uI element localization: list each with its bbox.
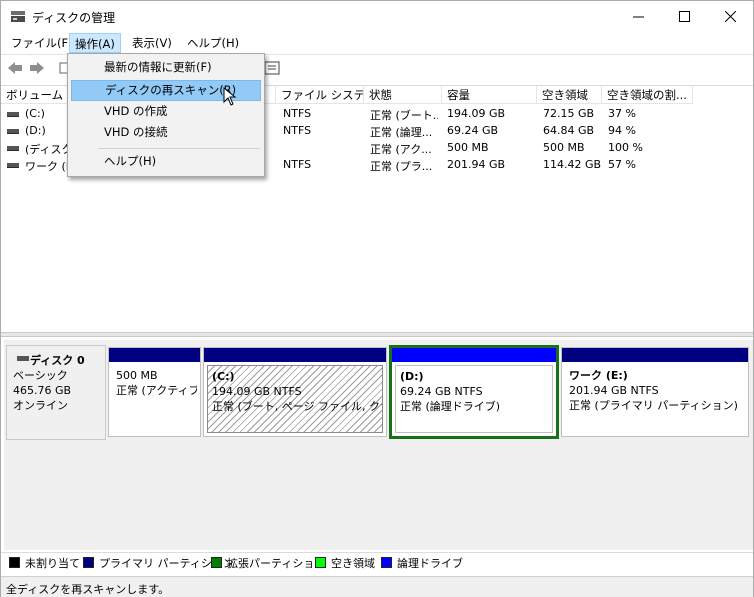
partition-status: 正常 (プライマリ パーティション) xyxy=(569,399,738,412)
partition-body: (C:) 194.09 GB NTFS 正常 (ブート, ページ ファイル, ク… xyxy=(207,365,383,433)
legend-unallocated: 未割り当て xyxy=(9,557,80,571)
status: 正常 (プラ... xyxy=(370,160,433,173)
legend-free-space: 空き領域 xyxy=(315,557,375,571)
volume-name: (C:) xyxy=(25,107,45,120)
partition-status: 正常 (アクティブ, ... xyxy=(116,384,197,397)
legend-label: 拡張パーティション xyxy=(227,557,326,570)
status: 正常 (ブート... xyxy=(370,109,438,122)
disk-management-window: ディスクの管理 ファイル(F) 操作(A) 表示(V) ヘルプ(H) ボリューム… xyxy=(0,0,754,597)
status: 正常 (アク... xyxy=(370,143,432,156)
legend-extended: 拡張パーティション xyxy=(211,557,325,571)
menu-item-refresh[interactable]: 最新の情報に更新(F) xyxy=(71,58,261,79)
capacity: 69.24 GB xyxy=(447,124,499,137)
partition-e[interactable]: ワーク (E:) 201.94 GB NTFS 正常 (プライマリ パーティショ… xyxy=(561,347,749,437)
partition-label: ワーク (E:) xyxy=(569,369,628,382)
column-header-filesystem[interactable]: ファイル システム xyxy=(276,86,364,104)
legend-label: 論理ドライブ xyxy=(397,557,463,570)
menu-separator xyxy=(98,148,260,149)
partition-body: 500 MB 正常 (アクティブ, ... xyxy=(112,365,197,433)
partition-legend: 未割り当て プライマリ パーティション 拡張パーティション 空き領域 論理ドライ… xyxy=(1,552,753,574)
partition-status: 正常 (ブート, ページ ファイル, クラッシュ xyxy=(212,400,382,413)
volume-name: (D:) xyxy=(25,124,46,137)
menu-help[interactable]: ヘルプ(H) xyxy=(182,33,244,53)
properties-icon[interactable] xyxy=(263,59,281,77)
free-percent: 57 % xyxy=(608,158,636,171)
partition-size: 500 MB xyxy=(116,369,158,382)
capacity: 194.09 GB xyxy=(447,107,506,120)
legend-logical: 論理ドライブ xyxy=(381,557,463,571)
status: 正常 (論理... xyxy=(370,126,433,139)
menu-action[interactable]: 操作(A) xyxy=(69,33,121,53)
legend-label: 空き領域 xyxy=(331,557,375,570)
minimize-button[interactable] xyxy=(615,1,661,31)
back-arrow-icon[interactable] xyxy=(6,59,24,77)
maximize-button[interactable] xyxy=(661,1,707,31)
mouse-cursor-icon xyxy=(223,87,237,106)
partition-d[interactable]: (D:) 69.24 GB NTFS 正常 (論理ドライブ) xyxy=(389,345,559,439)
drive-icon xyxy=(7,146,19,151)
column-header-free-percent[interactable]: 空き領域の割... xyxy=(602,86,693,104)
close-icon xyxy=(724,10,736,22)
free-percent: 37 % xyxy=(608,107,636,120)
partition-label: (C:) xyxy=(212,370,235,383)
disk-management-icon xyxy=(11,11,25,22)
disk-0-label[interactable]: ディスク 0 ベーシック 465.76 GB オンライン xyxy=(6,345,106,440)
column-header-status[interactable]: 状態 xyxy=(364,86,442,104)
legend-swatch xyxy=(9,557,20,568)
partition-color-bar xyxy=(562,348,748,362)
drive-icon xyxy=(7,163,19,168)
menu-file[interactable]: ファイル(F) xyxy=(6,33,78,53)
title-bar: ディスクの管理 xyxy=(1,1,753,31)
forward-arrow-icon[interactable] xyxy=(28,59,46,77)
column-header-capacity[interactable]: 容量 xyxy=(442,86,537,104)
capacity: 500 MB xyxy=(447,141,489,154)
legend-swatch xyxy=(315,557,326,568)
partition-color-bar xyxy=(204,348,386,362)
close-button[interactable] xyxy=(707,1,753,31)
free-percent: 94 % xyxy=(608,124,636,137)
legend-label: 未割り当て xyxy=(25,557,80,570)
partition-color-bar xyxy=(392,348,556,362)
free-space: 114.42 GB xyxy=(543,158,602,171)
partition-system-reserved[interactable]: 500 MB 正常 (アクティブ, ... xyxy=(108,347,201,437)
minimize-icon xyxy=(632,16,644,17)
legend-swatch xyxy=(381,557,392,568)
free-space: 500 MB xyxy=(543,141,585,154)
free-percent: 100 % xyxy=(608,141,643,154)
status-bar: 全ディスクを再スキャンします。 xyxy=(1,576,753,597)
disk-icon xyxy=(17,356,29,361)
menu-view[interactable]: 表示(V) xyxy=(127,33,177,53)
disk-type: ベーシック xyxy=(13,369,68,382)
window-title: ディスクの管理 xyxy=(32,11,116,25)
legend-swatch xyxy=(83,557,94,568)
disk-size: 465.76 GB xyxy=(13,384,72,397)
menu-bar: ファイル(F) 操作(A) 表示(V) ヘルプ(H) xyxy=(1,31,753,53)
drive-icon xyxy=(7,112,19,117)
drive-icon xyxy=(7,129,19,134)
partition-color-bar xyxy=(109,348,200,362)
partition-c[interactable]: (C:) 194.09 GB NTFS 正常 (ブート, ページ ファイル, ク… xyxy=(203,347,387,437)
menu-item-help[interactable]: ヘルプ(H) xyxy=(71,152,261,173)
maximize-icon xyxy=(678,10,690,22)
partition-body: (D:) 69.24 GB NTFS 正常 (論理ドライブ) xyxy=(395,365,553,433)
menu-item-attach-vhd[interactable]: VHD の接続 xyxy=(71,123,261,144)
partition-label: (D:) xyxy=(400,370,424,383)
partition-size: 69.24 GB NTFS xyxy=(400,385,483,398)
legend-swatch xyxy=(211,557,222,568)
action-menu-dropdown: 最新の情報に更新(F) ディスクの再スキャン(R) VHD の作成 VHD の接… xyxy=(67,53,265,177)
free-space: 72.15 GB xyxy=(543,107,595,120)
filesystem: NTFS xyxy=(283,158,312,171)
disk-graphical-view: ディスク 0 ベーシック 465.76 GB オンライン 500 MB 正常 (… xyxy=(1,337,753,550)
partition-size: 194.09 GB NTFS xyxy=(212,385,302,398)
column-header-free-space[interactable]: 空き領域 xyxy=(537,86,602,104)
free-space: 64.84 GB xyxy=(543,124,595,137)
partition-size: 201.94 GB NTFS xyxy=(569,384,659,397)
filesystem: NTFS xyxy=(283,107,312,120)
capacity: 201.94 GB xyxy=(447,158,506,171)
partition-status: 正常 (論理ドライブ) xyxy=(400,400,501,413)
partition-body: ワーク (E:) 201.94 GB NTFS 正常 (プライマリ パーティショ… xyxy=(565,365,745,433)
disk-state: オンライン xyxy=(13,399,68,412)
filesystem: NTFS xyxy=(283,124,312,137)
disk-name: ディスク 0 xyxy=(30,354,85,367)
